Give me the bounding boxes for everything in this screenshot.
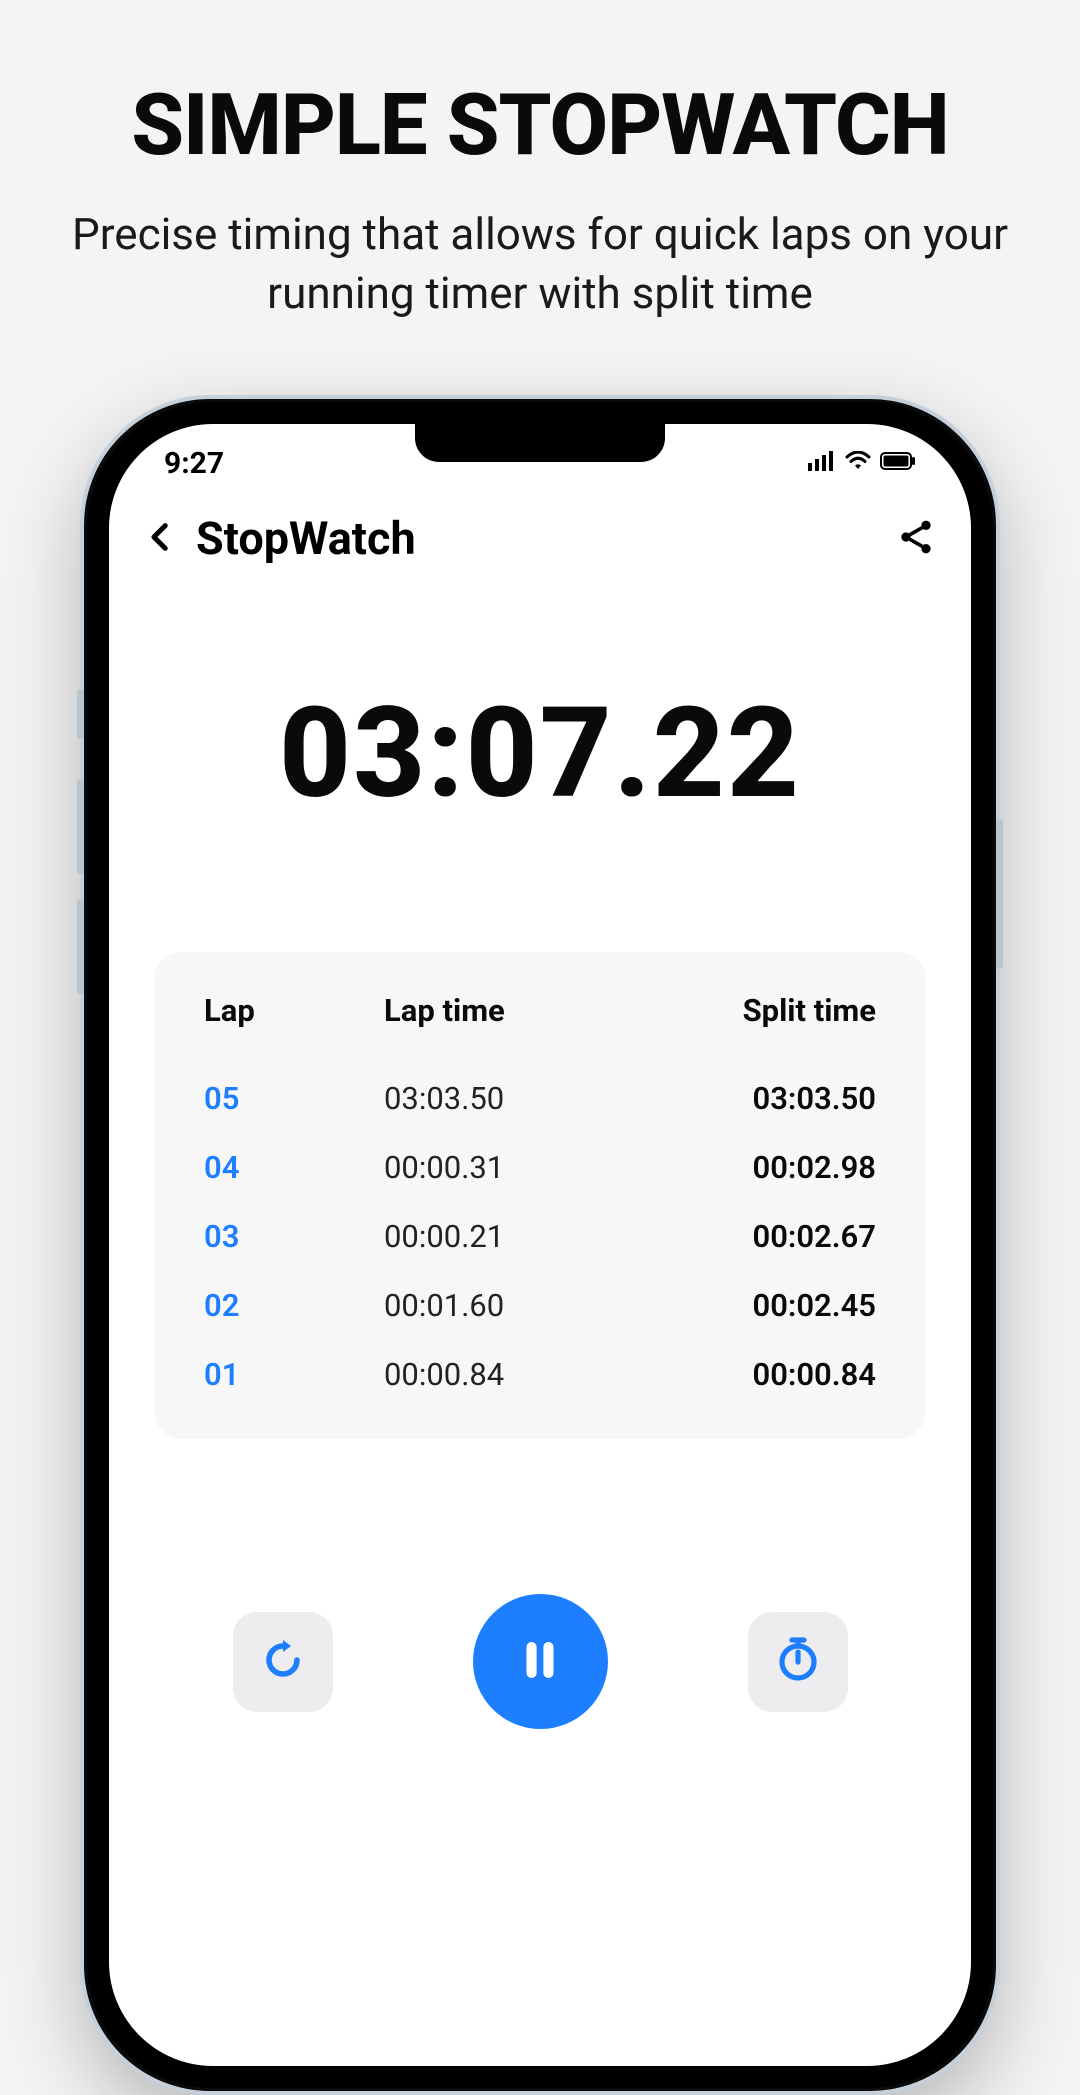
lap-row: 0200:01.6000:02.45	[204, 1271, 876, 1340]
lap-number: 04	[204, 1149, 384, 1186]
lap-time: 00:00.21	[384, 1218, 604, 1255]
lap-table: Lap Lap time Split time 0503:03.5003:03.…	[154, 952, 926, 1439]
lap-table-header: Lap Lap time Split time	[204, 992, 876, 1029]
lap-row: 0503:03.5003:03.50	[204, 1064, 876, 1133]
lap-number: 02	[204, 1287, 384, 1324]
lap-number: 05	[204, 1080, 384, 1117]
lap-row: 0300:00.2100:02.67	[204, 1202, 876, 1271]
phone-side-button	[77, 689, 84, 739]
stopwatch-icon	[774, 1636, 822, 1688]
phone-side-button	[77, 899, 84, 994]
pause-button[interactable]	[473, 1594, 608, 1729]
battery-icon	[880, 452, 916, 474]
wifi-icon	[844, 451, 872, 475]
lap-time: 00:00.84	[384, 1356, 604, 1393]
lap-number: 03	[204, 1218, 384, 1255]
split-time: 00:02.67	[604, 1218, 876, 1255]
column-header-laptime: Lap time	[384, 992, 604, 1029]
lap-button[interactable]	[748, 1612, 848, 1712]
reset-button[interactable]	[233, 1612, 333, 1712]
back-button[interactable]	[144, 520, 178, 558]
elapsed-time: 03:07.22	[109, 680, 971, 827]
lap-time: 00:00.31	[384, 1149, 604, 1186]
reset-icon	[259, 1636, 307, 1688]
lap-row: 0100:00.8400:00.84	[204, 1340, 876, 1409]
promo-title: SIMPLE STOPWATCH	[0, 75, 1080, 175]
phone-screen: 9:27 StopWatch	[109, 424, 971, 2066]
lap-row: 0400:00.3100:02.98	[204, 1133, 876, 1202]
split-time: 00:02.98	[604, 1149, 876, 1186]
app-header: StopWatch	[109, 484, 971, 565]
lap-number: 01	[204, 1356, 384, 1393]
share-button[interactable]	[896, 517, 936, 561]
split-time: 00:00.84	[604, 1356, 876, 1393]
lap-time: 03:03.50	[384, 1080, 604, 1117]
pause-icon	[513, 1633, 567, 1691]
promo-subtitle: Precise timing that allows for quick lap…	[0, 205, 1080, 324]
split-time: 00:02.45	[604, 1287, 876, 1324]
split-time: 03:03.50	[604, 1080, 876, 1117]
cellular-icon	[808, 451, 836, 475]
column-header-lap: Lap	[204, 992, 384, 1029]
phone-side-button	[77, 779, 84, 874]
column-header-split: Split time	[604, 992, 876, 1029]
phone-notch	[415, 424, 665, 462]
phone-side-button	[996, 819, 1003, 969]
lap-time: 00:01.60	[384, 1287, 604, 1324]
controls	[109, 1594, 971, 1729]
phone-frame: 9:27 StopWatch	[80, 395, 1000, 2095]
status-time: 9:27	[164, 446, 224, 481]
app-title: StopWatch	[196, 512, 416, 565]
